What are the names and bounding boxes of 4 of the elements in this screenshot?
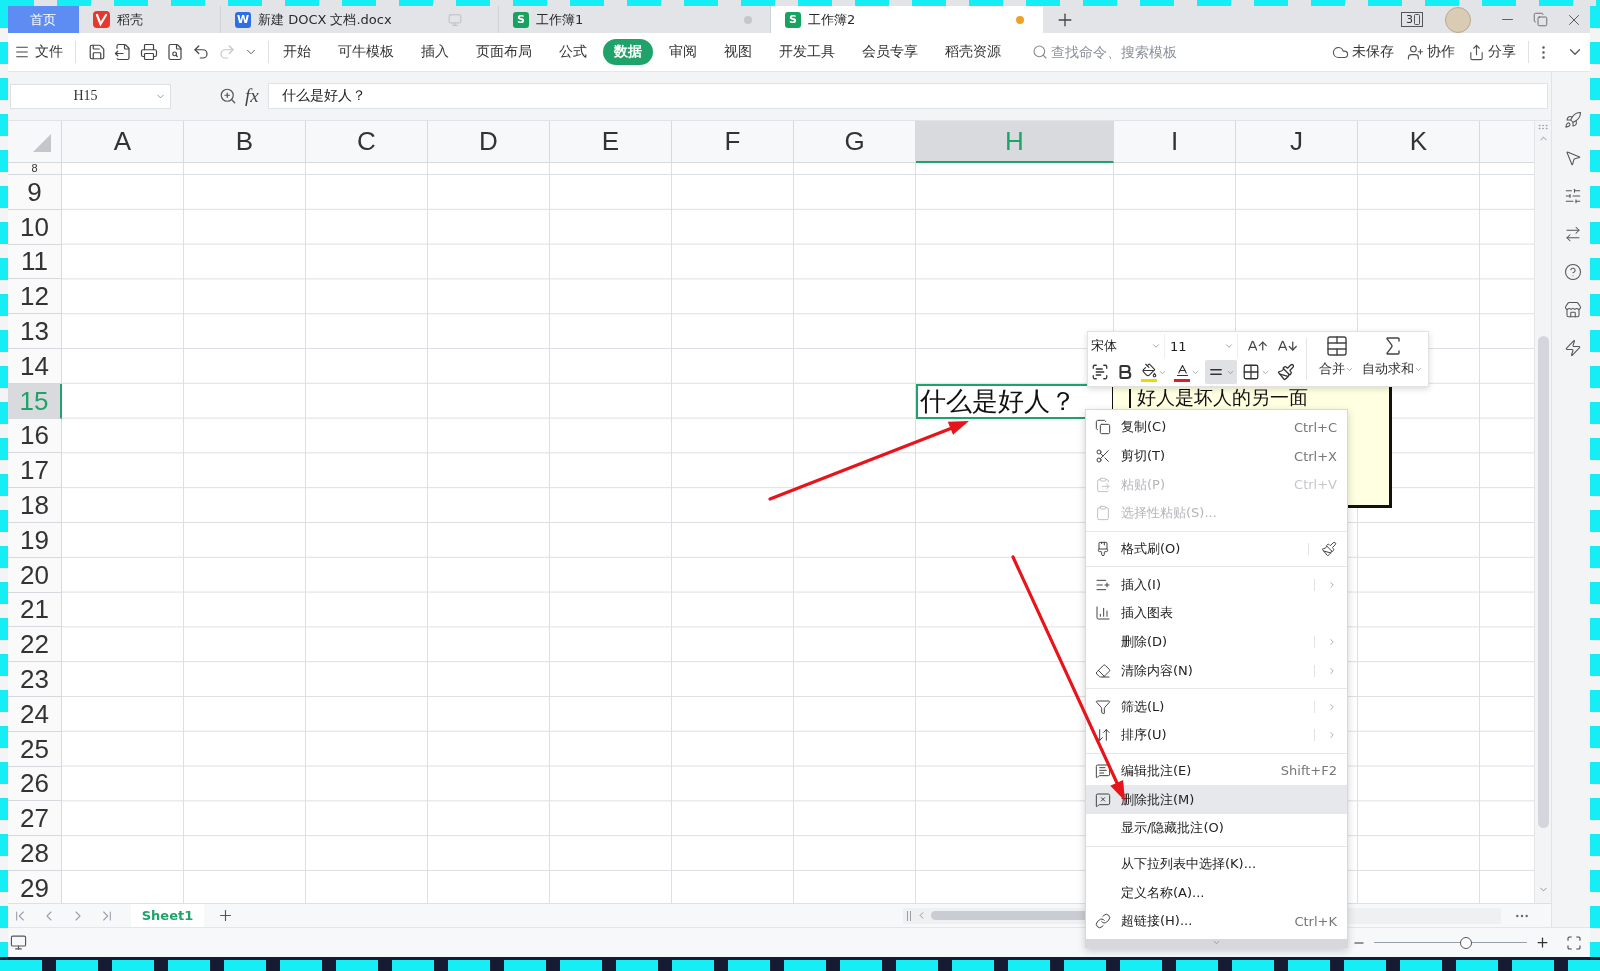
- app-badge: S: [513, 11, 529, 28]
- app-badge: W: [235, 11, 251, 28]
- comment-text: 好人是坏人的另一面: [1136, 388, 1308, 408]
- app-badge: S: [785, 11, 801, 28]
